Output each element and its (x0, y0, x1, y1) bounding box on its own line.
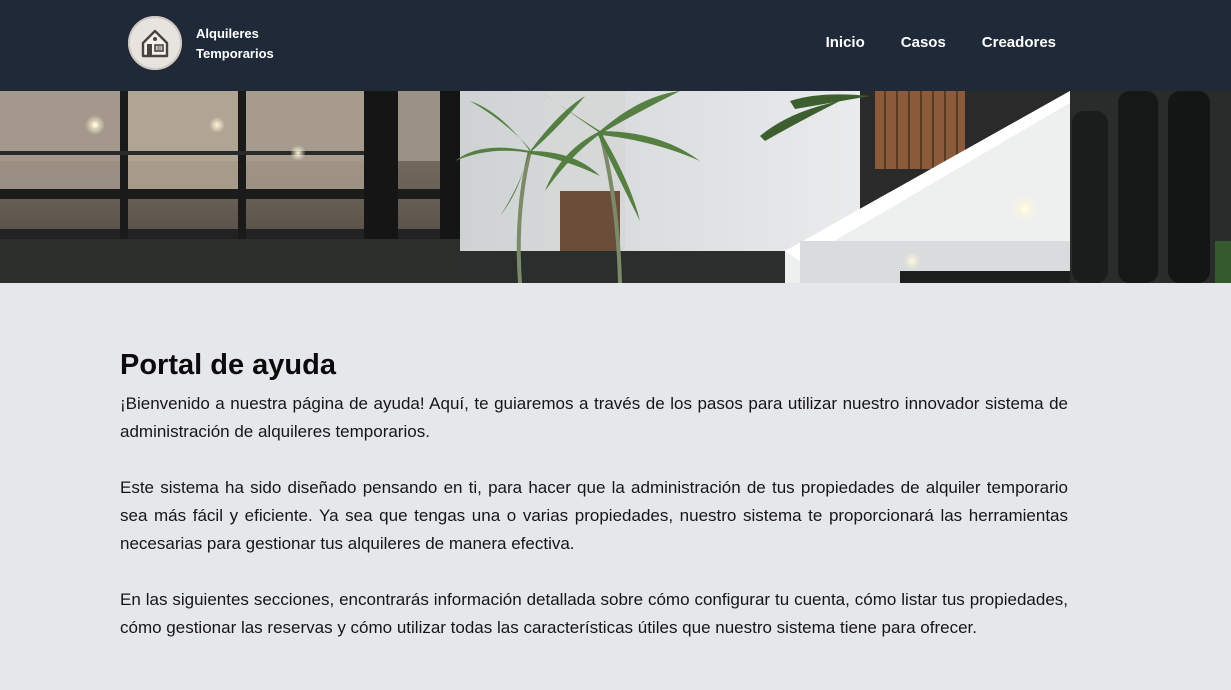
top-navbar: Alquileres Temporarios Inicio Casos Crea… (0, 0, 1231, 91)
brand-line-1: Alquileres (196, 26, 259, 41)
nav-link-inicio[interactable]: Inicio (826, 33, 865, 53)
modern-house-photo (0, 91, 1231, 283)
main-content: Portal de ayuda ¡Bienvenido a nuestra pá… (120, 345, 1068, 670)
hero-banner (0, 91, 1231, 283)
nav-link-casos[interactable]: Casos (901, 33, 946, 53)
brand-name[interactable]: Alquileres Temporarios (196, 24, 316, 64)
logo[interactable] (128, 16, 182, 70)
brand-line-2: Temporarios (196, 46, 274, 61)
paragraph-welcome: ¡Bienvenido a nuestra página de ayuda! A… (120, 394, 1068, 441)
page-title: Portal de ayuda (120, 349, 336, 381)
paragraph-system: Este sistema ha sido diseñado pensando e… (120, 478, 1068, 553)
nav-link-creadores[interactable]: Creadores (982, 33, 1056, 53)
main-nav: Inicio Casos Creadores (826, 33, 1056, 53)
house-icon (141, 29, 169, 58)
paragraph-sections: En las siguientes secciones, encontrarás… (120, 590, 1068, 637)
